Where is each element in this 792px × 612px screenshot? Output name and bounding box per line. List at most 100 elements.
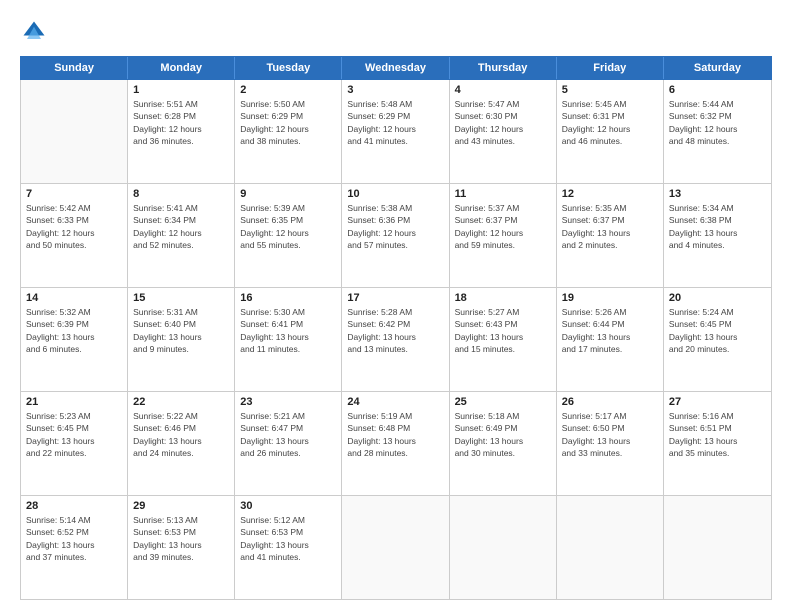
day-info: Sunrise: 5:31 AMSunset: 6:40 PMDaylight:… <box>133 306 229 355</box>
day-info: Sunrise: 5:35 AMSunset: 6:37 PMDaylight:… <box>562 202 658 251</box>
day-info: Sunrise: 5:26 AMSunset: 6:44 PMDaylight:… <box>562 306 658 355</box>
week-row-2: 7 Sunrise: 5:42 AMSunset: 6:33 PMDaylight… <box>21 184 771 288</box>
day-info: Sunrise: 5:42 AMSunset: 6:33 PMDaylight:… <box>26 202 122 251</box>
day-number: 15 <box>133 292 229 304</box>
logo-icon <box>20 18 48 46</box>
day-cell <box>21 80 128 183</box>
day-number: 5 <box>562 84 658 96</box>
day-number: 13 <box>669 188 766 200</box>
day-cell: 23 Sunrise: 5:21 AMSunset: 6:47 PMDayligh… <box>235 392 342 495</box>
day-info: Sunrise: 5:32 AMSunset: 6:39 PMDaylight:… <box>26 306 122 355</box>
week-row-1: 1 Sunrise: 5:51 AMSunset: 6:28 PMDaylight… <box>21 80 771 184</box>
day-cell: 15 Sunrise: 5:31 AMSunset: 6:40 PMDayligh… <box>128 288 235 391</box>
day-cell: 18Sunrise: 5:27 AMSunset: 6:43 PMDayligh… <box>450 288 557 391</box>
calendar-header-row: SundayMondayTuesdayWednesdayThursdayFrid… <box>20 56 772 80</box>
day-info: Sunrise: 5:24 AMSunset: 6:45 PMDaylight:… <box>669 306 766 355</box>
header-cell-sunday: Sunday <box>21 57 128 79</box>
day-cell: 5Sunrise: 5:45 AMSunset: 6:31 PMDaylight… <box>557 80 664 183</box>
day-info: Sunrise: 5:51 AMSunset: 6:28 PMDaylight:… <box>133 98 229 147</box>
day-cell: 26 Sunrise: 5:17 AMSunset: 6:50 PMDayligh… <box>557 392 664 495</box>
header-cell-friday: Friday <box>557 57 664 79</box>
day-info: Sunrise: 5:30 AMSunset: 6:41 PMDaylight:… <box>240 306 336 355</box>
day-cell: 8 Sunrise: 5:41 AMSunset: 6:34 PMDaylight… <box>128 184 235 287</box>
day-number: 20 <box>669 292 766 304</box>
day-number: 17 <box>347 292 443 304</box>
day-info: Sunrise: 5:18 AMSunset: 6:49 PMDaylight:… <box>455 410 551 459</box>
day-cell: 9 Sunrise: 5:39 AMSunset: 6:35 PMDaylight… <box>235 184 342 287</box>
day-info: Sunrise: 5:47 AMSunset: 6:30 PMDaylight:… <box>455 98 551 147</box>
day-info: Sunrise: 5:34 AMSunset: 6:38 PMDaylight:… <box>669 202 766 251</box>
day-number: 9 <box>240 188 336 200</box>
day-info: Sunrise: 5:50 AMSunset: 6:29 PMDaylight:… <box>240 98 336 147</box>
day-cell: 20 Sunrise: 5:24 AMSunset: 6:45 PMDayligh… <box>664 288 771 391</box>
day-number: 16 <box>240 292 336 304</box>
day-info: Sunrise: 5:13 AMSunset: 6:53 PMDaylight:… <box>133 514 229 563</box>
day-cell: 7 Sunrise: 5:42 AMSunset: 6:33 PMDaylight… <box>21 184 128 287</box>
day-cell: 29 Sunrise: 5:13 AMSunset: 6:53 PMDayligh… <box>128 496 235 599</box>
day-number: 29 <box>133 500 229 512</box>
day-number: 23 <box>240 396 336 408</box>
day-cell: 19 Sunrise: 5:26 AMSunset: 6:44 PMDayligh… <box>557 288 664 391</box>
header <box>20 18 772 46</box>
day-cell: 3Sunrise: 5:48 AMSunset: 6:29 PMDaylight… <box>342 80 449 183</box>
day-cell: 2Sunrise: 5:50 AMSunset: 6:29 PMDaylight… <box>235 80 342 183</box>
day-info: Sunrise: 5:23 AMSunset: 6:45 PMDaylight:… <box>26 410 122 459</box>
day-number: 25 <box>455 396 551 408</box>
day-info: Sunrise: 5:22 AMSunset: 6:46 PMDaylight:… <box>133 410 229 459</box>
day-info: Sunrise: 5:39 AMSunset: 6:35 PMDaylight:… <box>240 202 336 251</box>
day-number: 28 <box>26 500 122 512</box>
header-cell-tuesday: Tuesday <box>235 57 342 79</box>
day-number: 14 <box>26 292 122 304</box>
day-number: 8 <box>133 188 229 200</box>
page: SundayMondayTuesdayWednesdayThursdayFrid… <box>0 0 792 612</box>
day-cell: 27 Sunrise: 5:16 AMSunset: 6:51 PMDayligh… <box>664 392 771 495</box>
day-info: Sunrise: 5:12 AMSunset: 6:53 PMDaylight:… <box>240 514 336 563</box>
day-number: 12 <box>562 188 658 200</box>
day-number: 10 <box>347 188 443 200</box>
header-cell-thursday: Thursday <box>450 57 557 79</box>
day-info: Sunrise: 5:41 AMSunset: 6:34 PMDaylight:… <box>133 202 229 251</box>
day-number: 7 <box>26 188 122 200</box>
day-info: Sunrise: 5:37 AMSunset: 6:37 PMDaylight:… <box>455 202 551 251</box>
day-cell: 4 Sunrise: 5:47 AMSunset: 6:30 PMDaylight… <box>450 80 557 183</box>
day-number: 26 <box>562 396 658 408</box>
week-row-5: 28Sunrise: 5:14 AMSunset: 6:52 PMDayligh… <box>21 496 771 599</box>
day-number: 4 <box>455 84 551 96</box>
day-cell: 30 Sunrise: 5:12 AMSunset: 6:53 PMDayligh… <box>235 496 342 599</box>
day-number: 1 <box>133 84 229 96</box>
day-cell: 21 Sunrise: 5:23 AMSunset: 6:45 PMDayligh… <box>21 392 128 495</box>
day-number: 30 <box>240 500 336 512</box>
day-info: Sunrise: 5:19 AMSunset: 6:48 PMDaylight:… <box>347 410 443 459</box>
calendar: SundayMondayTuesdayWednesdayThursdayFrid… <box>20 56 772 600</box>
day-info: Sunrise: 5:28 AMSunset: 6:42 PMDaylight:… <box>347 306 443 355</box>
day-cell: 6Sunrise: 5:44 AMSunset: 6:32 PMDaylight… <box>664 80 771 183</box>
day-number: 24 <box>347 396 443 408</box>
header-cell-saturday: Saturday <box>664 57 771 79</box>
day-number: 19 <box>562 292 658 304</box>
week-row-3: 14 Sunrise: 5:32 AMSunset: 6:39 PMDayligh… <box>21 288 771 392</box>
header-cell-wednesday: Wednesday <box>342 57 449 79</box>
header-cell-monday: Monday <box>128 57 235 79</box>
day-cell: 28Sunrise: 5:14 AMSunset: 6:52 PMDayligh… <box>21 496 128 599</box>
day-cell: 17 Sunrise: 5:28 AMSunset: 6:42 PMDayligh… <box>342 288 449 391</box>
day-info: Sunrise: 5:38 AMSunset: 6:36 PMDaylight:… <box>347 202 443 251</box>
day-cell <box>342 496 449 599</box>
day-cell: 14 Sunrise: 5:32 AMSunset: 6:39 PMDayligh… <box>21 288 128 391</box>
day-info: Sunrise: 5:17 AMSunset: 6:50 PMDaylight:… <box>562 410 658 459</box>
day-info: Sunrise: 5:16 AMSunset: 6:51 PMDaylight:… <box>669 410 766 459</box>
day-cell: 1 Sunrise: 5:51 AMSunset: 6:28 PMDaylight… <box>128 80 235 183</box>
day-info: Sunrise: 5:48 AMSunset: 6:29 PMDaylight:… <box>347 98 443 147</box>
day-cell: 25 Sunrise: 5:18 AMSunset: 6:49 PMDayligh… <box>450 392 557 495</box>
day-cell <box>664 496 771 599</box>
day-cell <box>557 496 664 599</box>
day-cell: 11Sunrise: 5:37 AMSunset: 6:37 PMDayligh… <box>450 184 557 287</box>
day-number: 21 <box>26 396 122 408</box>
day-info: Sunrise: 5:44 AMSunset: 6:32 PMDaylight:… <box>669 98 766 147</box>
day-cell: 22 Sunrise: 5:22 AMSunset: 6:46 PMDayligh… <box>128 392 235 495</box>
calendar-body: 1 Sunrise: 5:51 AMSunset: 6:28 PMDaylight… <box>20 80 772 600</box>
logo <box>20 18 52 46</box>
day-cell: 24 Sunrise: 5:19 AMSunset: 6:48 PMDayligh… <box>342 392 449 495</box>
day-info: Sunrise: 5:21 AMSunset: 6:47 PMDaylight:… <box>240 410 336 459</box>
day-number: 27 <box>669 396 766 408</box>
day-number: 22 <box>133 396 229 408</box>
